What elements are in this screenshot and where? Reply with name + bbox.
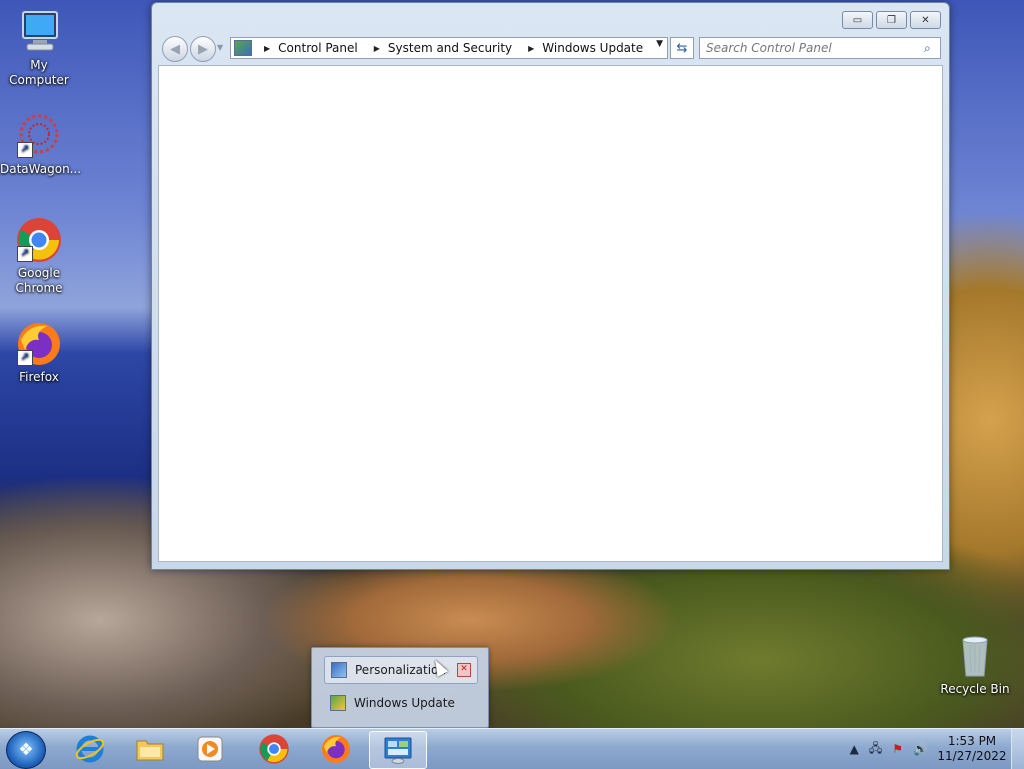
chrome-icon	[259, 734, 289, 764]
taskbar-firefox[interactable]	[308, 731, 364, 767]
refresh-button[interactable]: ⇆	[670, 37, 694, 59]
shortcut-arrow-icon: ↗	[17, 142, 33, 158]
control-panel-icon	[234, 40, 252, 56]
taskbar-thumbnail-popup: Personalization ✕ Windows Update	[311, 647, 489, 728]
desktop-icon-label: DataWagon...	[0, 162, 82, 176]
popup-item-windows-update[interactable]: Windows Update	[324, 690, 476, 716]
breadcrumb-system-and-security[interactable]: System and Security	[388, 41, 512, 55]
internet-explorer-icon	[75, 735, 105, 763]
media-player-icon	[197, 736, 223, 762]
firefox-icon: ↗	[15, 320, 63, 368]
windows-update-icon	[330, 695, 346, 711]
taskbar-google-chrome[interactable]	[246, 731, 302, 767]
popup-item-personalization[interactable]: Personalization ✕	[324, 656, 478, 684]
show-hidden-icons-chevron-icon[interactable]: ▲	[850, 742, 859, 756]
address-bar[interactable]: ▶ Control Panel ▶ System and Security ▶ …	[230, 37, 668, 59]
close-button[interactable]: ✕	[910, 11, 941, 29]
clock-date: 11/27/2022	[937, 749, 1007, 763]
desktop-icon-datawagon[interactable]: ↗ DataWagon...	[0, 112, 82, 177]
breadcrumb-separator-icon[interactable]: ▶	[528, 44, 534, 53]
recent-pages-dropdown-icon[interactable]: ▼	[217, 43, 223, 52]
start-button[interactable]: ❖	[6, 731, 46, 769]
window-content-area	[158, 65, 943, 562]
firefox-icon	[322, 735, 350, 763]
taskbar-internet-explorer[interactable]	[62, 731, 118, 767]
taskbar-windows-explorer[interactable]	[122, 731, 178, 767]
control-panel-window: ▭ ❐ ✕ ◀ ▶ ▼ ▶ Control Panel ▶ System and…	[151, 2, 950, 570]
shortcut-arrow-icon: ↗	[17, 350, 33, 366]
breadcrumb-control-panel[interactable]: Control Panel	[278, 41, 358, 55]
desktop-icon-google-chrome[interactable]: ↗ Google Chrome	[0, 216, 78, 296]
taskbar-control-panel[interactable]	[369, 731, 427, 769]
back-button[interactable]: ◀	[162, 36, 188, 62]
breadcrumb-separator-icon[interactable]: ▶	[374, 44, 380, 53]
volume-icon[interactable]: 🔊	[913, 742, 928, 756]
taskbar-media-player[interactable]	[182, 731, 238, 767]
system-tray: ▲ 🖧 ⚑ 🔊 1:53 PM 11/27/2022	[845, 729, 1024, 769]
breadcrumb-windows-update[interactable]: Windows Update	[542, 41, 643, 55]
desktop-icon-label: Google Chrome	[15, 266, 63, 295]
search-input[interactable]	[700, 40, 924, 56]
navigation-bar: ◀ ▶ ▼ ▶ Control Panel ▶ System and Secur…	[158, 35, 943, 62]
breadcrumb-separator-icon[interactable]: ▶	[264, 44, 270, 53]
desktop-icon-label: My Computer	[9, 58, 69, 87]
search-box[interactable]: ⌕	[699, 37, 941, 59]
forward-button[interactable]: ▶	[190, 36, 216, 62]
shortcut-arrow-icon: ↗	[17, 246, 33, 262]
recycle-bin-icon	[951, 632, 999, 680]
clock[interactable]: 1:53 PM 11/27/2022	[933, 734, 1011, 764]
restore-button[interactable]: ❐	[876, 11, 907, 29]
caption-buttons: ▭ ❐ ✕	[839, 11, 941, 29]
back-arrow-icon: ◀	[170, 41, 180, 57]
desktop-icon-label: Recycle Bin	[940, 682, 1010, 696]
action-center-flag-icon[interactable]: ⚑	[892, 742, 903, 756]
show-desktop-button[interactable]	[1011, 729, 1024, 769]
desktop-icon-my-computer[interactable]: My Computer	[0, 8, 78, 88]
clock-time: 1:53 PM	[947, 734, 997, 748]
windows-logo-icon: ❖	[18, 740, 34, 760]
control-panel-icon	[384, 737, 412, 764]
computer-icon	[15, 8, 63, 56]
address-dropdown-icon[interactable]: ▼	[656, 39, 663, 49]
taskbar: ❖ ▲ 🖧 ⚑ 🔊 1:53 PM 11/27/2022	[0, 728, 1024, 769]
personalization-icon	[331, 662, 347, 678]
popup-item-label: Windows Update	[354, 696, 455, 710]
search-icon[interactable]: ⌕	[924, 41, 940, 56]
forward-arrow-icon: ▶	[198, 41, 208, 57]
datawagon-icon: ↗	[15, 112, 63, 160]
folder-icon	[136, 740, 164, 761]
desktop-icon-recycle-bin[interactable]: Recycle Bin	[936, 632, 1014, 697]
minimize-button[interactable]: ▭	[842, 11, 873, 29]
network-icon[interactable]: 🖧	[869, 739, 882, 760]
chrome-icon: ↗	[15, 216, 63, 264]
desktop-icon-firefox[interactable]: ↗ Firefox	[0, 320, 78, 385]
refresh-icon: ⇆	[676, 40, 688, 56]
close-icon[interactable]: ✕	[457, 663, 471, 677]
desktop-icon-label: Firefox	[19, 370, 59, 384]
